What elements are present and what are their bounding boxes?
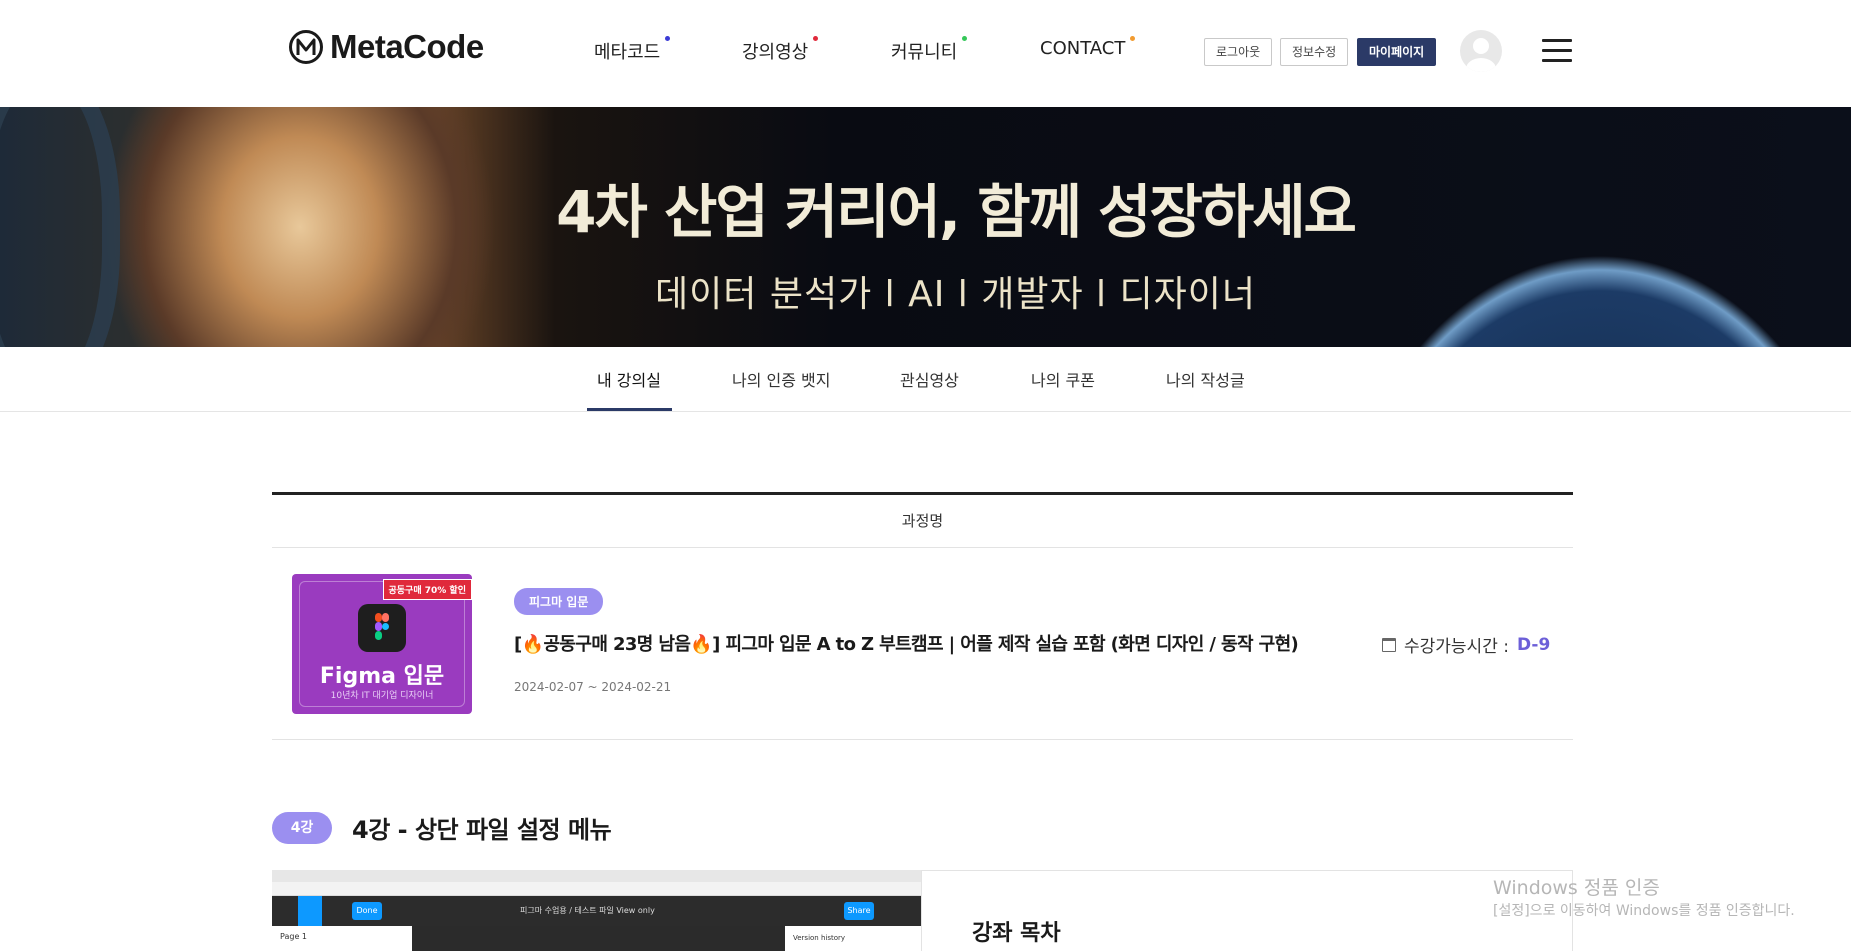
lecture-number-badge: 4강: [272, 812, 332, 844]
video-figma-toolbar: Done 피그마 수업용 / 테스트 파일 View only Share: [272, 896, 921, 926]
nav-label: CONTACT: [1040, 38, 1126, 59]
edit-info-button[interactable]: 정보수정: [1280, 38, 1349, 66]
hero-banner: 4차 산업 커리어, 함께 성장하세요 데이터 분석가 l AI l 개발자 l…: [0, 107, 1851, 347]
nav-item-community[interactable]: 커뮤니티: [891, 36, 968, 64]
video-share-button: Share: [844, 902, 874, 920]
nav-item-contact[interactable]: CONTACT: [1040, 36, 1136, 59]
logo[interactable]: MetaCode: [288, 28, 484, 66]
course-title[interactable]: [🔥공동구매 23명 남음🔥] 피그마 입문 A to Z 부트캠프 | 어플 …: [514, 630, 1299, 656]
nav-item-lectures[interactable]: 강의영상: [742, 36, 819, 64]
video-browser-bar: [272, 870, 921, 882]
avatar[interactable]: [1460, 30, 1502, 72]
video-panel-label: Version history: [793, 934, 846, 942]
tab-my-classroom[interactable]: 내 강의실: [597, 367, 661, 411]
move-tool-icon: [298, 896, 322, 926]
discount-badge: 공동구매 70% 할인: [382, 579, 472, 600]
course-category-tag: 피그마 입문: [514, 588, 604, 615]
hamburger-menu-icon[interactable]: [1542, 39, 1572, 63]
nav-label: 커뮤니티: [891, 42, 958, 63]
windows-activation-title: Windows 정품 인증: [1493, 877, 1660, 899]
metacode-logo-icon: [289, 30, 323, 64]
video-done-button: Done: [352, 902, 382, 920]
banner-title: 4차 산업 커리어, 함께 성장하세요: [556, 178, 1357, 246]
course-row[interactable]: 공동구매 70% 할인 Figma 입문 10년차 IT 대기업 디자이너 피그…: [272, 548, 1573, 740]
available-label: 수강가능시간 :: [1404, 637, 1509, 657]
available-time: 수강가능시간 : D-9: [1382, 632, 1550, 657]
tab-my-badges[interactable]: 나의 인증 뱃지: [732, 367, 831, 411]
active-tab-indicator: [587, 408, 672, 411]
video-layers-panel: Page 1: [272, 926, 412, 951]
tab-my-coupons[interactable]: 나의 쿠폰: [1031, 367, 1095, 411]
nav-dot-icon: [1130, 36, 1136, 41]
figma-icon: [358, 604, 406, 652]
course-thumbnail[interactable]: 공동구매 70% 할인 Figma 입문 10년차 IT 대기업 디자이너: [292, 574, 472, 714]
mypage-button[interactable]: 마이페이지: [1357, 38, 1437, 66]
nav-label: 메타코드: [594, 42, 661, 63]
video-breadcrumb: 피그마 수업용 / 테스트 파일 View only: [520, 906, 655, 915]
nav-dot-icon: [813, 36, 819, 41]
tab-favorite-videos[interactable]: 관심영상: [900, 367, 959, 411]
logo-text: MetaCode: [330, 28, 484, 65]
mypage-tabs: 내 강의실 나의 인증 뱃지 관심영상 나의 쿠폰 나의 작성글: [0, 347, 1851, 412]
nav-dot-icon: [665, 36, 671, 41]
lecture-video-player[interactable]: Done 피그마 수업용 / 테스트 파일 View only Share Pa…: [272, 870, 921, 951]
toc-title: 강좌 목차: [972, 921, 1061, 946]
site-header: MetaCode 메타코드 강의영상 커뮤니티 CONTACT 로그아웃 정보수…: [0, 0, 1851, 107]
calendar-icon: [1382, 637, 1396, 652]
nav-label: 강의영상: [742, 42, 809, 63]
video-version-panel: Version history: [785, 926, 921, 951]
nav-item-metacode[interactable]: 메타코드: [594, 36, 671, 64]
nav-dot-icon: [962, 36, 968, 41]
thumbnail-subtitle: 10년차 IT 대기업 디자이너: [330, 691, 434, 701]
tab-my-posts[interactable]: 나의 작성글: [1166, 367, 1245, 411]
thumbnail-title: Figma 입문: [319, 664, 445, 689]
available-days: D-9: [1516, 634, 1551, 655]
windows-activation-message: [설정]으로 이동하여 Windows를 정품 인증합니다.: [1493, 903, 1795, 919]
main-nav: 메타코드 강의영상 커뮤니티 CONTACT: [594, 36, 1136, 68]
video-address-bar: [272, 882, 921, 896]
course-date-range: 2024-02-07 ~ 2024-02-21: [514, 680, 672, 694]
table-header-course-name: 과정명: [272, 495, 1573, 548]
logout-button[interactable]: 로그아웃: [1204, 38, 1273, 66]
lecture-title: 4강 - 상단 파일 설정 메뉴: [352, 816, 612, 844]
banner-subtitle: 데이터 분석가 l AI l 개발자 l 디자이너: [655, 274, 1256, 315]
video-page-label: Page 1: [280, 932, 307, 941]
course-toc: 강좌 목차: [921, 870, 1573, 951]
